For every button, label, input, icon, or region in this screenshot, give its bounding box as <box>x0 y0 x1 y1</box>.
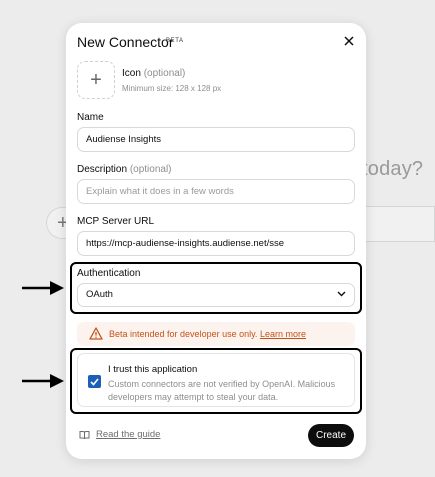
annotation-arrow-authentication <box>22 281 64 295</box>
trust-title: I trust this application <box>108 364 198 375</box>
mcp-url-label: MCP Server URL <box>77 216 155 227</box>
name-input[interactable]: Audiense Insights <box>77 127 355 152</box>
plus-icon: + <box>90 68 102 91</box>
icon-size-hint: Minimum size: 128 x 128 px <box>122 84 222 93</box>
new-connector-dialog: New Connector BETA + Icon (optional) Min… <box>66 23 366 459</box>
warning-icon <box>89 327 103 340</box>
description-label: Description (optional) <box>77 164 172 175</box>
icon-upload-button[interactable]: + <box>77 61 115 99</box>
icon-label: Icon (optional) <box>122 68 186 79</box>
description-input[interactable]: Explain what it does in a few words <box>77 179 355 204</box>
authentication-select[interactable]: OAuth <box>77 283 355 307</box>
background-prompt-text: today? <box>362 158 424 180</box>
checkmark-icon <box>90 377 99 386</box>
name-label: Name <box>77 112 104 123</box>
trust-description: Custom connectors are not verified by Op… <box>108 379 336 402</box>
chevron-down-icon <box>337 291 346 297</box>
annotation-arrow-trust <box>22 374 64 388</box>
beta-badge: BETA <box>166 38 184 44</box>
trust-checkbox[interactable] <box>88 375 101 388</box>
close-button[interactable] <box>339 31 359 51</box>
close-icon <box>344 36 354 46</box>
dialog-title: New Connector <box>77 34 174 50</box>
book-icon <box>79 430 90 439</box>
authentication-label: Authentication <box>77 268 141 279</box>
beta-warning: Beta intended for developer use only. Le… <box>77 322 355 346</box>
authentication-value: OAuth <box>86 289 113 300</box>
create-button[interactable]: Create <box>308 424 354 447</box>
warning-text: Beta intended for developer use only. <box>109 329 258 339</box>
mcp-url-input[interactable]: https://mcp-audiense-insights.audiense.n… <box>77 231 355 256</box>
learn-more-link[interactable]: Learn more <box>260 329 306 339</box>
trust-application-option[interactable]: I trust this application Custom connecto… <box>77 353 355 407</box>
read-guide-link[interactable]: Read the guide <box>79 429 160 440</box>
